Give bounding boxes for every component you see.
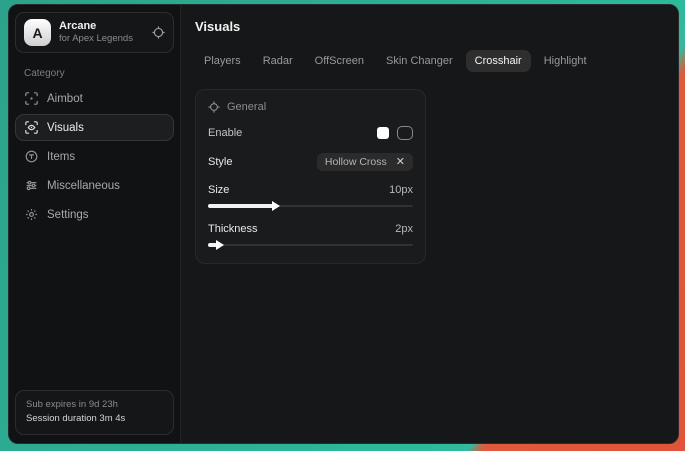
general-panel: General Enable Style Hollow Cross ✕ Size…: [195, 89, 426, 264]
tab-highlight[interactable]: Highlight: [535, 50, 596, 72]
sub-expires-text: Sub expires in 9d 23h: [26, 398, 163, 413]
panel-header: General: [208, 101, 413, 113]
style-label: Style: [208, 156, 232, 168]
enable-controls: [377, 126, 413, 140]
panel-title: General: [227, 101, 266, 113]
session-duration-text: Session duration 3m 4s: [26, 412, 163, 427]
sidebar-item-label: Items: [47, 151, 75, 163]
app-title: Arcane: [59, 20, 144, 34]
items-package-icon: [25, 150, 38, 163]
app-subtitle: for Apex Legends: [59, 33, 144, 45]
page-title: Visuals: [195, 19, 664, 34]
enable-checkbox[interactable]: [397, 126, 413, 140]
main-content: Visuals Players Radar OffScreen Skin Cha…: [181, 5, 678, 443]
slider-thumb[interactable]: [272, 201, 280, 211]
thickness-slider[interactable]: [208, 241, 413, 249]
slider-fill: [208, 204, 274, 208]
sidebar-item-label: Settings: [47, 209, 89, 221]
sidebar-item-items[interactable]: Items: [15, 143, 174, 170]
enable-label: Enable: [208, 127, 242, 139]
sidebar: A Arcane for Apex Legends Category: [9, 5, 181, 443]
crosshair-icon[interactable]: [152, 26, 165, 39]
size-value: 10px: [389, 184, 413, 196]
category-label: Category: [24, 68, 180, 79]
style-row: Style Hollow Cross ✕: [208, 153, 413, 171]
app-logo: A: [24, 19, 51, 46]
subscription-card: Sub expires in 9d 23h Session duration 3…: [15, 390, 174, 435]
size-slider[interactable]: [208, 202, 413, 210]
style-value: Hollow Cross: [325, 156, 387, 168]
sidebar-item-miscellaneous[interactable]: Miscellaneous: [15, 172, 174, 199]
sidebar-item-settings[interactable]: Settings: [15, 201, 174, 228]
thickness-value: 2px: [395, 223, 413, 235]
sidebar-nav: Aimbot Visuals Items: [9, 85, 180, 228]
tab-crosshair[interactable]: Crosshair: [466, 50, 531, 72]
thickness-row: Thickness 2px: [208, 223, 413, 235]
sidebar-item-aimbot[interactable]: Aimbot: [15, 85, 174, 112]
tab-bar: Players Radar OffScreen Skin Changer Cro…: [195, 50, 664, 72]
slider-track: [208, 244, 413, 246]
sidebar-item-label: Visuals: [47, 122, 84, 134]
color-swatch[interactable]: [377, 127, 389, 139]
brand-card: A Arcane for Apex Legends: [15, 12, 174, 53]
misc-sliders-icon: [25, 179, 38, 192]
crosshair-icon: [208, 101, 220, 113]
sidebar-spacer: [9, 228, 180, 390]
app-window: A Arcane for Apex Legends Category: [8, 4, 679, 444]
style-select[interactable]: Hollow Cross ✕: [317, 153, 413, 171]
sidebar-item-label: Miscellaneous: [47, 180, 120, 192]
enable-row: Enable: [208, 126, 413, 140]
aimbot-scan-icon: [25, 92, 38, 105]
slider-thumb[interactable]: [216, 240, 224, 250]
tab-offscreen[interactable]: OffScreen: [306, 50, 373, 72]
sidebar-item-visuals[interactable]: Visuals: [15, 114, 174, 141]
size-label: Size: [208, 184, 229, 196]
sidebar-item-label: Aimbot: [47, 93, 83, 105]
visuals-eye-icon: [25, 121, 38, 134]
size-row: Size 10px: [208, 184, 413, 196]
brand-text: Arcane for Apex Legends: [59, 20, 144, 46]
tab-players[interactable]: Players: [195, 50, 250, 72]
tab-radar[interactable]: Radar: [254, 50, 302, 72]
tab-skin-changer[interactable]: Skin Changer: [377, 50, 462, 72]
thickness-label: Thickness: [208, 223, 258, 235]
settings-gear-icon: [25, 208, 38, 221]
clear-icon[interactable]: ✕: [396, 157, 405, 168]
